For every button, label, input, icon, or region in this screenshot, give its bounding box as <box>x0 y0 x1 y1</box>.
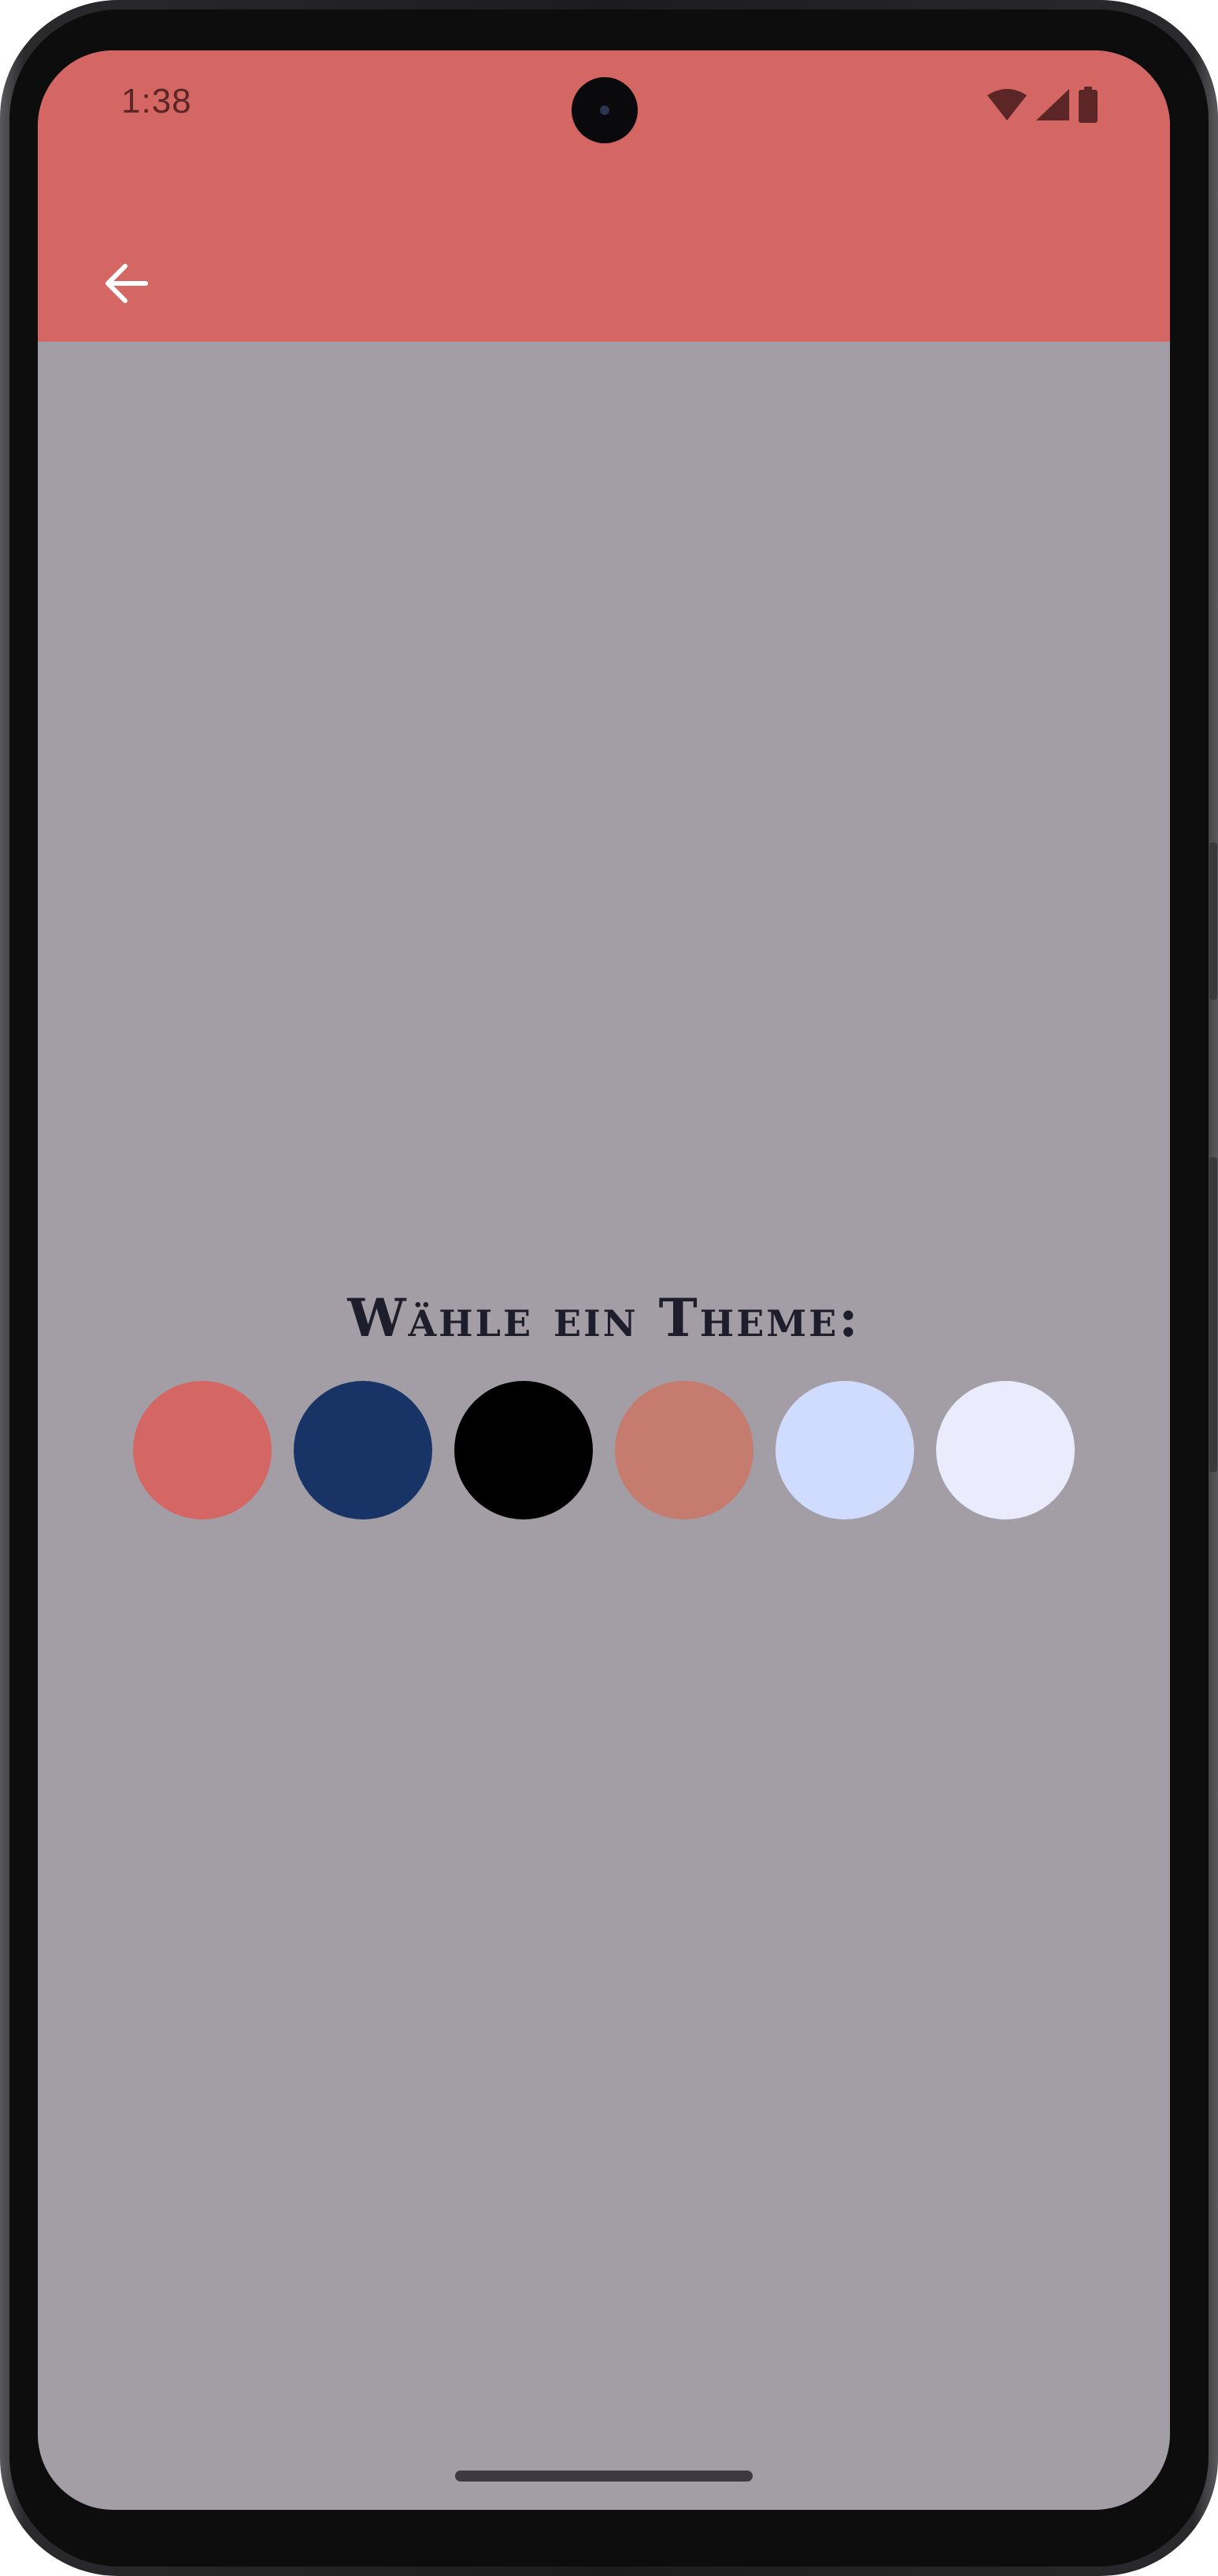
theme-swatch-navy[interactable] <box>294 1381 432 1519</box>
theme-swatch-red[interactable] <box>133 1381 272 1519</box>
volume-button <box>1209 1157 1217 1472</box>
camera-lens <box>600 105 609 115</box>
theme-swatch-terracotta[interactable] <box>615 1381 753 1519</box>
status-time: 1:38 <box>121 82 192 120</box>
app-bar: 1:38 <box>38 50 1170 342</box>
theme-picker-title: Wähle ein Theme: <box>347 1287 861 1349</box>
battery-icon <box>1077 87 1099 126</box>
back-button[interactable] <box>88 247 164 323</box>
front-camera <box>572 77 638 143</box>
theme-swatch-black[interactable] <box>454 1381 593 1519</box>
theme-swatch-light-blue[interactable] <box>776 1381 914 1519</box>
status-icons <box>986 87 1099 126</box>
cellular-signal-icon <box>1035 87 1071 125</box>
theme-swatch-lavender-white[interactable] <box>936 1381 1075 1519</box>
wifi-icon <box>986 87 1028 125</box>
home-indicator[interactable] <box>455 2471 753 2482</box>
theme-picker: Wähle ein Theme: <box>38 1279 1170 1519</box>
power-button <box>1209 842 1217 1000</box>
arrow-back-icon <box>102 259 150 311</box>
theme-swatch-row <box>38 1381 1170 1519</box>
screen: 1:38 Wähle ein Theme: <box>38 50 1170 2510</box>
